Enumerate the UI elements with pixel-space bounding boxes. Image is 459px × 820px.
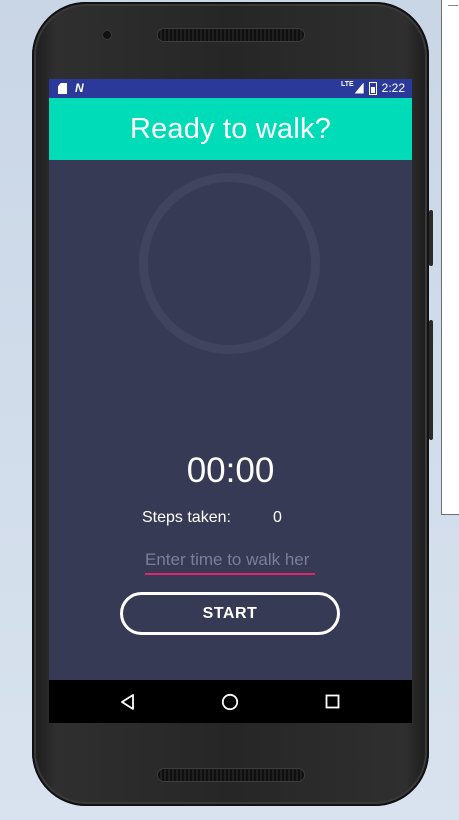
navigation-bar bbox=[49, 680, 412, 723]
sd-card-icon bbox=[58, 83, 67, 94]
recents-button[interactable] bbox=[302, 680, 362, 723]
panel-divider bbox=[448, 5, 458, 6]
home-icon bbox=[221, 693, 239, 710]
progress-ring bbox=[139, 173, 320, 354]
back-button[interactable] bbox=[98, 680, 158, 723]
side-panel bbox=[441, 0, 459, 515]
volume-button[interactable] bbox=[429, 320, 433, 440]
back-icon bbox=[121, 693, 134, 710]
start-button[interactable]: START bbox=[120, 592, 340, 635]
walk-time-input[interactable] bbox=[145, 547, 315, 575]
network-type: LTE bbox=[340, 80, 354, 88]
page-title: Ready to walk? bbox=[129, 112, 332, 145]
steps-label: Steps taken: bbox=[142, 509, 231, 526]
recents-icon bbox=[325, 694, 339, 709]
top-speaker bbox=[158, 29, 304, 41]
bottom-speaker bbox=[158, 769, 304, 781]
device-screen: N LTE 2:22 Ready to walk? 00:00 Steps ta… bbox=[49, 79, 412, 723]
steps-count: 0 bbox=[273, 509, 282, 526]
app-bar: Ready to walk? bbox=[49, 98, 412, 160]
home-button[interactable] bbox=[200, 680, 260, 723]
status-bar: N LTE 2:22 bbox=[49, 79, 412, 98]
power-button[interactable] bbox=[429, 210, 433, 266]
status-time: 2:22 bbox=[381, 81, 405, 95]
battery-icon bbox=[368, 81, 377, 95]
front-camera bbox=[103, 31, 111, 39]
signal-icon bbox=[354, 82, 364, 94]
n-notification-icon: N bbox=[75, 81, 84, 95]
progress-ring-track bbox=[139, 173, 320, 354]
timer-display: 00:00 bbox=[186, 451, 275, 490]
